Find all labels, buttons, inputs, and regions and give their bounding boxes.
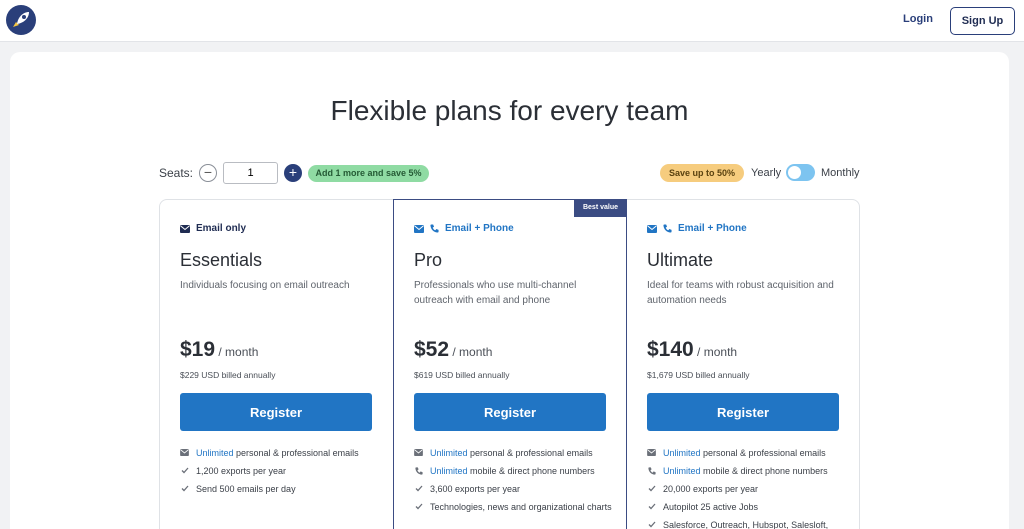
feature-list: Unlimited personal & professional emails… [647, 448, 847, 529]
price-amount: $19 [180, 338, 216, 361]
plan-card-ultimate: Email + Phone Ultimate Ideal for teams w… [627, 200, 860, 529]
feature-text: mobile & direct phone numbers [700, 466, 828, 476]
feature-text: 1,200 exports per year [196, 466, 287, 476]
increase-seats-button[interactable]: + [284, 164, 302, 182]
rocket-logo-icon[interactable] [6, 5, 36, 35]
check-icon [180, 485, 189, 492]
login-link[interactable]: Login [903, 13, 933, 25]
seats-label: Seats: [159, 166, 194, 180]
seat-discount-badge: Add 1 more and save 5% [308, 165, 429, 182]
toggle-knob [788, 166, 801, 179]
plan-channel-label: Email + Phone [678, 223, 747, 234]
feature-list: Unlimited personal & professional emails… [414, 448, 614, 520]
feature-text: 20,000 exports per year [663, 484, 759, 494]
plan-price: $140 / month [647, 338, 737, 362]
feature-text: personal & professional emails [700, 448, 826, 458]
best-value-badge: Best value [574, 199, 627, 217]
feature-item: 1,200 exports per year [180, 466, 380, 477]
billing-toggle[interactable] [786, 164, 815, 181]
envelope-icon [180, 224, 190, 233]
envelope-icon [647, 224, 657, 233]
plan-price: $52 / month [414, 338, 492, 362]
phone-icon [647, 467, 656, 475]
envelope-icon [414, 449, 423, 456]
monthly-label: Monthly [821, 167, 860, 179]
envelope-icon [180, 449, 189, 456]
register-button[interactable]: Register [414, 393, 606, 431]
plan-channel: Email + Phone [414, 223, 514, 234]
price-period: / month [693, 345, 738, 359]
feature-item: Unlimited mobile & direct phone numbers [647, 466, 847, 477]
pricing-cards: Email only Essentials Individuals focusi… [159, 199, 860, 529]
feature-highlight: Unlimited [430, 448, 468, 458]
feature-highlight: Unlimited [430, 466, 468, 476]
plan-description: Ideal for teams with robust acquisition … [647, 280, 834, 306]
feature-text: Send 500 emails per day [196, 484, 296, 494]
feature-text: Technologies, news and organizational ch… [430, 502, 612, 512]
plan-card-essentials: Email only Essentials Individuals focusi… [160, 200, 393, 529]
feature-item: Salesforce, Outreach, Hubspot, Salesloft… [647, 520, 847, 529]
check-icon [647, 521, 656, 528]
check-icon [414, 485, 423, 492]
feature-item: Unlimited personal & professional emails [414, 448, 614, 459]
envelope-icon [414, 224, 424, 233]
feature-text: Salesforce, Outreach, Hubspot, Salesloft… [663, 520, 829, 529]
phone-icon [663, 224, 672, 233]
price-amount: $52 [414, 338, 450, 361]
feature-text: personal & professional emails [233, 448, 359, 458]
yearly-label: Yearly [751, 167, 782, 179]
register-button[interactable]: Register [180, 393, 372, 431]
plan-channel-label: Email only [196, 223, 247, 234]
feature-item: Send 500 emails per day [180, 484, 380, 495]
register-button[interactable]: Register [647, 393, 839, 431]
billed-annually: $229 USD billed annually [180, 370, 276, 380]
price-period: / month [449, 345, 493, 359]
plan-channel: Email only [180, 223, 246, 234]
feature-item: Unlimited personal & professional emails [647, 448, 847, 459]
feature-highlight: Unlimited [196, 448, 234, 458]
check-icon [647, 485, 656, 492]
feature-list: Unlimited personal & professional emails… [180, 448, 380, 502]
feature-item: Technologies, news and organizational ch… [414, 502, 614, 513]
envelope-icon [647, 449, 656, 456]
feature-item: Autopilot 25 active Jobs [647, 502, 847, 513]
feature-text: Autopilot 25 active Jobs [663, 502, 759, 512]
feature-text: 3,600 exports per year [430, 484, 521, 494]
plan-price: $19 / month [180, 338, 258, 362]
signup-button[interactable]: Sign Up [950, 7, 1015, 35]
price-period: / month [215, 345, 259, 359]
plan-description: Individuals focusing on email outreach [180, 280, 350, 291]
save-badge: Save up to 50% [660, 164, 744, 182]
plan-card-pro: Best value Email + Phone Pro Professiona… [393, 199, 627, 529]
feature-highlight: Unlimited [663, 448, 701, 458]
plan-channel-label: Email + Phone [445, 223, 514, 234]
plan-name: Ultimate [647, 250, 714, 270]
check-icon [180, 467, 189, 474]
decrease-seats-button[interactable]: − [199, 164, 217, 182]
plan-channel: Email + Phone [647, 223, 747, 234]
feature-item: 3,600 exports per year [414, 484, 614, 495]
feature-text: mobile & direct phone numbers [467, 466, 595, 476]
feature-item: 20,000 exports per year [647, 484, 847, 495]
feature-text: personal & professional emails [467, 448, 593, 458]
plan-name: Pro [414, 250, 443, 270]
phone-icon [430, 224, 439, 233]
billed-annually: $1,679 USD billed annually [647, 370, 750, 380]
phone-icon [414, 467, 423, 475]
feature-item: Unlimited personal & professional emails [180, 448, 380, 459]
feature-item: Unlimited mobile & direct phone numbers [414, 466, 614, 477]
plan-description: Professionals who use multi-channel outr… [414, 280, 577, 306]
check-icon [647, 503, 656, 510]
plan-name: Essentials [180, 250, 263, 270]
check-icon [414, 503, 423, 510]
seats-input[interactable] [223, 162, 278, 184]
feature-highlight: Unlimited [663, 466, 701, 476]
price-amount: $140 [647, 338, 694, 361]
top-navbar: Login Sign Up [0, 0, 1024, 42]
billed-annually: $619 USD billed annually [414, 370, 510, 380]
page-title: Flexible plans for every team [330, 95, 689, 126]
